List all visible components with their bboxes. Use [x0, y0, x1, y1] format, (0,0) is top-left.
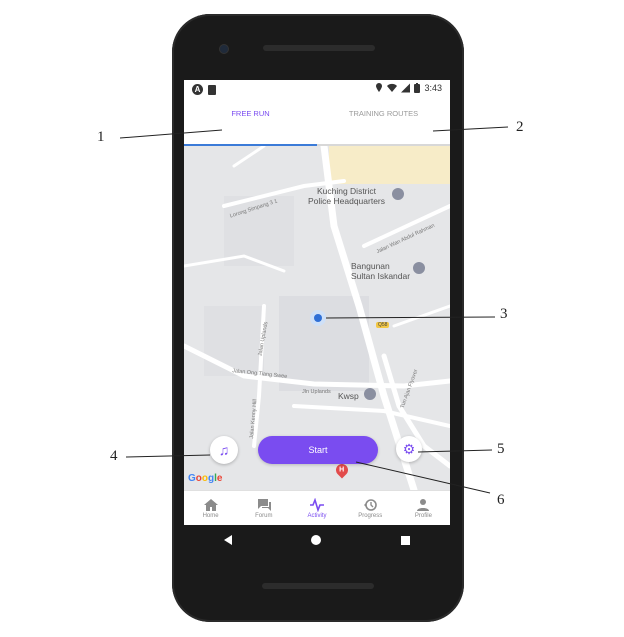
- callout-5: 5: [497, 441, 505, 457]
- callout-6: 6: [497, 492, 505, 508]
- callout-3: 3: [500, 306, 508, 322]
- callout-lines: [119, 126, 509, 494]
- callout-1: 1: [97, 129, 105, 145]
- callout-4: 4: [110, 448, 118, 464]
- callout-2: 2: [516, 119, 524, 135]
